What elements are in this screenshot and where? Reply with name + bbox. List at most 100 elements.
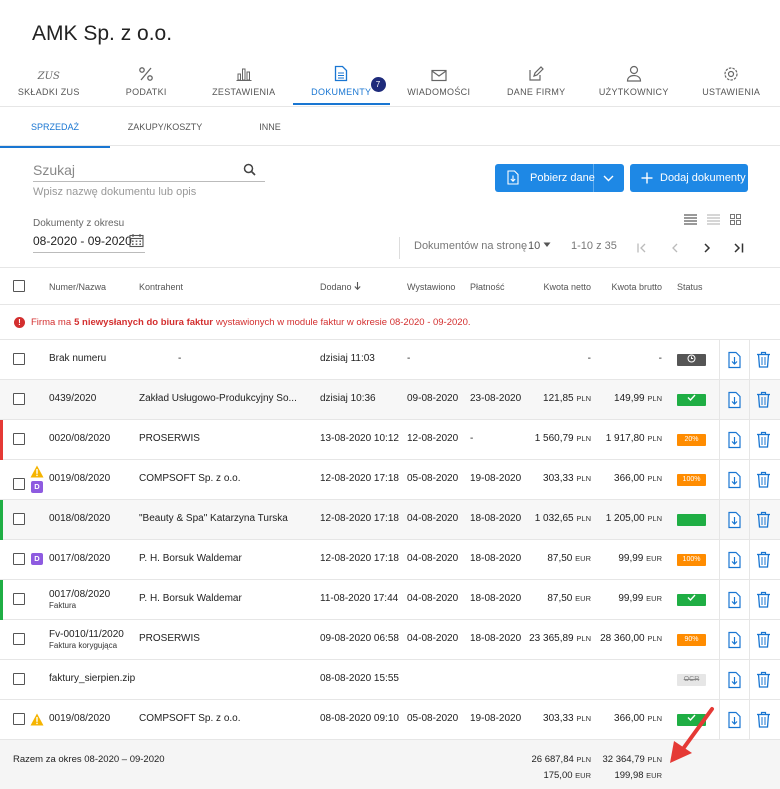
nav-dokumenty[interactable]: DOKUMENTY 7 bbox=[292, 60, 391, 105]
download-document-icon[interactable] bbox=[726, 551, 742, 569]
row-dodano: dzisiaj 10:36 bbox=[320, 393, 376, 404]
row-checkbox[interactable] bbox=[13, 633, 25, 645]
table-row[interactable]: 0020/08/2020 PROSERWIS 13-08-2020 10:12 12-… bbox=[0, 420, 780, 460]
compact-view-icon[interactable] bbox=[707, 214, 720, 225]
next-page-icon[interactable] bbox=[703, 243, 711, 253]
delete-icon[interactable] bbox=[756, 351, 772, 369]
row-platnosc: 19-08-2020 bbox=[470, 473, 522, 484]
row-checkbox[interactable] bbox=[13, 593, 25, 605]
nav-dane-firmy[interactable]: DANE FIRMY bbox=[488, 60, 586, 104]
row-dodano: 09-08-2020 06:58 bbox=[320, 633, 399, 644]
delete-icon[interactable] bbox=[756, 631, 772, 649]
col-platnosc[interactable]: Płatność bbox=[470, 282, 505, 292]
row-dodano: 12-08-2020 17:18 bbox=[320, 513, 399, 524]
row-dodano: dzisiaj 11:03 bbox=[320, 353, 375, 364]
delete-icon[interactable] bbox=[756, 431, 772, 449]
row-brutto: - bbox=[658, 353, 662, 364]
row-dodano: 13-08-2020 10:12 bbox=[320, 433, 399, 444]
download-document-icon[interactable] bbox=[726, 511, 742, 529]
delete-icon[interactable] bbox=[756, 391, 772, 409]
download-document-icon[interactable] bbox=[726, 391, 742, 409]
caret-down-icon bbox=[543, 242, 551, 247]
prev-page-icon[interactable] bbox=[671, 243, 679, 253]
search-button[interactable] bbox=[233, 158, 265, 182]
table-row[interactable]: D 0019/08/2020 COMPSOFT Sp. z o.o. 12-08-20… bbox=[0, 460, 780, 500]
select-all-checkbox[interactable] bbox=[13, 280, 25, 292]
download-document-icon[interactable] bbox=[726, 471, 742, 489]
grid-view-icon[interactable] bbox=[730, 214, 741, 225]
tab-inne[interactable]: INNE bbox=[220, 107, 320, 147]
document-icon bbox=[335, 65, 348, 82]
col-wystawiono[interactable]: Wystawiono bbox=[407, 282, 455, 292]
row-checkbox[interactable] bbox=[13, 353, 25, 365]
row-checkbox[interactable] bbox=[13, 433, 25, 445]
list-view-icon[interactable] bbox=[684, 214, 697, 225]
row-numer: 0019/08/2020 bbox=[49, 473, 111, 484]
row-numer: Brak numeru bbox=[49, 353, 107, 364]
row-netto: 87,50 EUR bbox=[547, 553, 591, 564]
status-badge bbox=[677, 394, 706, 406]
download-document-icon[interactable] bbox=[726, 671, 742, 689]
delete-icon[interactable] bbox=[756, 511, 772, 529]
row-checkbox[interactable] bbox=[13, 553, 25, 565]
delete-icon[interactable] bbox=[756, 591, 772, 609]
row-checkbox[interactable] bbox=[13, 393, 25, 405]
calendar-icon[interactable] bbox=[129, 233, 144, 248]
tab-zakupy-koszty[interactable]: ZAKUPY/KOSZTY bbox=[110, 107, 220, 147]
nav-skladki-zus[interactable]: ZUS SKŁADKI ZUS bbox=[0, 60, 98, 104]
table-row[interactable]: 0017/08/2020 Faktura P. H. Borsuk Waldemar… bbox=[0, 580, 780, 620]
row-numer: faktury_sierpien.zip bbox=[49, 673, 136, 684]
add-documents-label: Dodaj dokumenty bbox=[660, 172, 746, 184]
table-row[interactable]: 0439/2020 Zakład Usługowo-Produkcyjny So.… bbox=[0, 380, 780, 420]
col-netto[interactable]: Kwota netto bbox=[543, 282, 591, 292]
table-row[interactable]: 0018/08/2020 "Beauty & Spa" Katarzyna Tur… bbox=[0, 500, 780, 540]
col-numer[interactable]: Numer/Nazwa bbox=[49, 282, 106, 292]
delete-icon[interactable] bbox=[756, 471, 772, 489]
table-row[interactable]: Brak numeru - dzisiaj 11:03 - - - bbox=[0, 340, 780, 380]
d-badge: D bbox=[31, 553, 43, 565]
page-range: 1-10 z 35 bbox=[571, 240, 617, 252]
table-row[interactable]: 0019/08/2020 COMPSOFT Sp. z o.o. 08-08-202… bbox=[0, 700, 780, 740]
download-document-icon[interactable] bbox=[726, 591, 742, 609]
view-switcher bbox=[684, 214, 741, 225]
company-name: AMK Sp. z o.o. bbox=[32, 22, 173, 45]
row-numer: 0017/08/2020 Faktura bbox=[49, 589, 111, 610]
download-document-icon[interactable] bbox=[726, 711, 742, 729]
row-checkbox[interactable] bbox=[13, 713, 25, 725]
nav-ustawienia[interactable]: USTAWIENIA bbox=[683, 60, 780, 104]
col-kontrahent[interactable]: Kontrahent bbox=[139, 282, 183, 292]
nav-zestawienia[interactable]: ZESTAWIENIA bbox=[195, 60, 293, 104]
col-dodano[interactable]: Dodano bbox=[320, 282, 361, 292]
nav-uzytkownicy[interactable]: UŻYTKOWNICY bbox=[585, 60, 683, 104]
last-page-icon[interactable] bbox=[733, 243, 744, 253]
row-checkbox[interactable] bbox=[13, 478, 25, 490]
per-page-select[interactable]: 10 bbox=[528, 240, 551, 252]
status-badge bbox=[677, 354, 706, 366]
row-doc-type: Faktura korygująca bbox=[49, 641, 118, 650]
row-checkbox[interactable] bbox=[13, 673, 25, 685]
table-row[interactable]: D 0017/08/2020 P. H. Borsuk Waldemar 12-08-… bbox=[0, 540, 780, 580]
table-row[interactable]: faktury_sierpien.zip 08-08-2020 15:55 OCR bbox=[0, 660, 780, 700]
col-dodano-label: Dodano bbox=[320, 282, 352, 292]
nav-wiadomosci[interactable]: WIADOMOŚCI bbox=[390, 60, 488, 104]
nav-podatki[interactable]: PODATKI bbox=[98, 60, 196, 104]
delete-icon[interactable] bbox=[756, 551, 772, 569]
tab-sprzedaz[interactable]: SPRZEDAŻ bbox=[0, 107, 110, 148]
chevron-down-icon[interactable] bbox=[603, 175, 614, 182]
delete-icon[interactable] bbox=[756, 711, 772, 729]
add-documents-button[interactable]: Dodaj dokumenty bbox=[630, 164, 748, 192]
col-status[interactable]: Status bbox=[677, 282, 703, 292]
row-checkbox[interactable] bbox=[13, 513, 25, 525]
download-document-icon[interactable] bbox=[726, 351, 742, 369]
table-row[interactable]: Fv-0010/11/2020 Faktura korygująca PROSERW… bbox=[0, 620, 780, 660]
search-input[interactable] bbox=[33, 158, 233, 182]
download-document-icon[interactable] bbox=[726, 631, 742, 649]
download-data-button[interactable]: Pobierz dane bbox=[495, 164, 624, 192]
download-document-icon[interactable] bbox=[726, 431, 742, 449]
zus-icon: ZUS bbox=[37, 71, 60, 82]
row-netto: 303,33 PLN bbox=[543, 713, 591, 724]
first-page-icon[interactable] bbox=[637, 243, 648, 253]
delete-icon[interactable] bbox=[756, 671, 772, 689]
col-brutto[interactable]: Kwota brutto bbox=[611, 282, 662, 292]
row-brutto: 1 917,80 PLN bbox=[605, 433, 662, 444]
